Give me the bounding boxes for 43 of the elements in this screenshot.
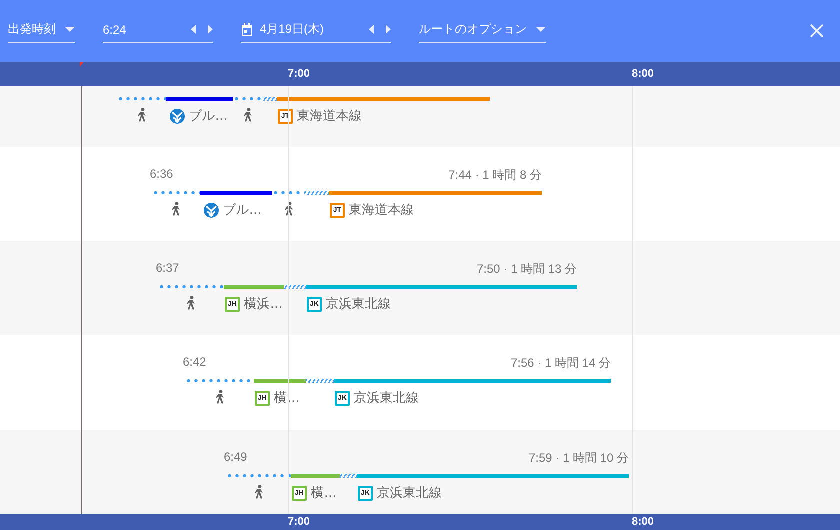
arrival-duration-text: 7:56 · 1 時間 14 分 [510,355,611,372]
arrival-duration-text: 7:59 · 1 時間 10 分 [528,450,629,467]
line-name: 横… [274,389,300,407]
current-time-marker-icon [80,62,84,67]
departure-time: 6:36 [150,167,174,181]
next-arrow-icon[interactable] [207,25,213,34]
line-name: 横浜… [244,295,283,313]
arrival-duration-text: 7:44 · 1 時間 8 分 [448,167,542,184]
axis-tick-label: 8:00 [632,68,654,80]
calendar-icon [241,23,253,36]
line-name: ブル… [223,201,262,219]
subway-logo-icon [170,108,185,124]
line-name: 京浜東北線 [377,484,442,502]
line-name: 東海道本線 [297,107,362,125]
walking-person-icon [136,108,146,122]
axis-tick-label: 7:00 [288,68,310,80]
line-name: 京浜東北線 [354,389,419,407]
walking-person-icon [214,390,224,404]
previous-arrow-icon[interactable] [369,25,375,34]
line-name: 横… [311,484,337,502]
route-options-dropdown[interactable]: ルートのオプション [419,19,546,43]
time-field[interactable]: 6:24 [103,19,213,43]
walking-person-icon [242,108,252,122]
arrival-duration-text: 7:50 · 1 時間 13 分 [476,261,577,278]
line-name: 東海道本線 [349,201,414,219]
close-icon[interactable] [810,24,824,38]
axis-tick-label: 7:00 [288,516,310,528]
dropdown-caret-icon [536,27,546,32]
walking-person-icon [254,485,264,499]
walking-person-icon [171,202,181,216]
subway-logo-icon [204,202,219,218]
date-field[interactable]: 4月19日(木) [241,19,391,43]
next-arrow-icon[interactable] [385,25,391,34]
departure-time: 6:42 [183,355,206,369]
departure-time: 6:49 [224,450,248,464]
dropdown-caret-icon [65,27,75,32]
departure-mode-dropdown[interactable]: 出発時刻 [8,19,75,43]
walking-person-icon [186,296,196,310]
departure-time: 6:37 [156,261,180,275]
axis-tick-label: 8:00 [632,516,654,528]
line-name: ブル… [189,107,228,125]
previous-arrow-icon[interactable] [191,25,197,34]
line-name: 京浜東北線 [326,295,391,313]
